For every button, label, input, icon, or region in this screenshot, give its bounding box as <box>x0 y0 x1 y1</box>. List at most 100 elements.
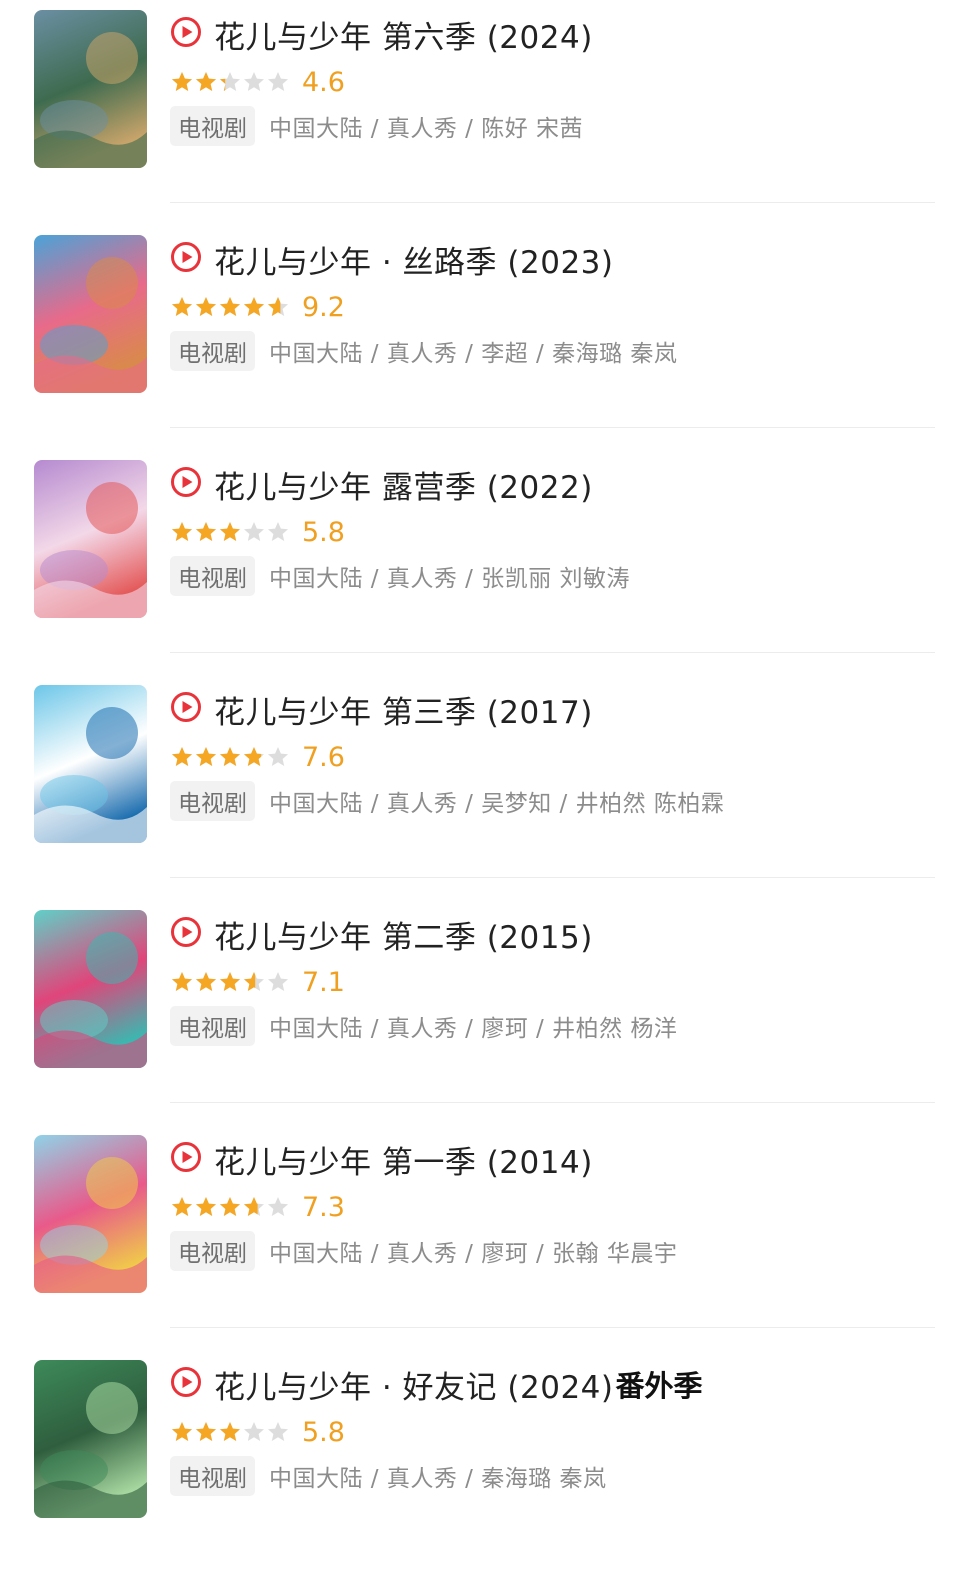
meta-info: 中国大陆 / 真人秀 / 廖珂 / 井柏然 杨洋 <box>269 1016 678 1042</box>
movie-title[interactable]: 花儿与少年 · 丝路季 (2023) <box>214 237 614 282</box>
meta-row: 电视剧 中国大陆 / 真人秀 / 秦海璐 秦岚 <box>170 1456 607 1496</box>
title-row[interactable]: 花儿与少年 · 好友记 (2024) 番外季 <box>170 1362 703 1406</box>
list-item[interactable]: 花儿与少年 第三季 (2017) 7.6 电视剧 中国大陆 / 真人秀 / 吴梦知 /… <box>0 685 968 910</box>
divider <box>170 652 935 653</box>
star-rating <box>170 1195 290 1219</box>
star-rating <box>170 1420 290 1444</box>
star-icon <box>172 72 192 91</box>
star-icon <box>196 297 216 316</box>
list-item[interactable]: 花儿与少年 · 丝路季 (2023) 9.2 电视剧 中国大陆 / 真人秀 / 李超 … <box>0 235 968 460</box>
meta-row: 电视剧 中国大陆 / 真人秀 / 李超 / 秦海璐 秦岚 <box>170 331 678 371</box>
divider <box>170 1327 935 1328</box>
category-tag: 电视剧 <box>170 331 255 371</box>
meta-info: 中国大陆 / 真人秀 / 陈好 宋茜 <box>269 116 584 142</box>
star-icon <box>244 1422 264 1441</box>
movie-title[interactable]: 花儿与少年 第二季 (2015) <box>214 912 593 957</box>
extra-season-label: 番外季 <box>615 1369 703 1403</box>
star-icon <box>220 72 240 91</box>
meta-info: 中国大陆 / 真人秀 / 张凯丽 刘敏涛 <box>269 566 631 592</box>
star-icon <box>220 1197 240 1216</box>
category-tag: 电视剧 <box>170 1006 255 1046</box>
play-icon <box>170 691 214 727</box>
star-icon <box>196 1422 216 1441</box>
star-icon <box>268 972 288 991</box>
meta-row: 电视剧 中国大陆 / 真人秀 / 张凯丽 刘敏涛 <box>170 556 631 596</box>
poster-image[interactable] <box>34 235 147 393</box>
meta-info: 中国大陆 / 真人秀 / 秦海璐 秦岚 <box>269 1466 607 1492</box>
play-icon <box>170 1366 214 1402</box>
title-row[interactable]: 花儿与少年 第一季 (2014) <box>170 1137 593 1181</box>
star-icon <box>244 72 264 91</box>
movie-title[interactable]: 花儿与少年 露营季 (2022) <box>214 462 593 507</box>
star-icon <box>220 972 240 991</box>
star-rating <box>170 970 290 994</box>
poster-image[interactable] <box>34 685 147 843</box>
star-icon <box>172 297 192 316</box>
star-icon <box>196 72 216 91</box>
play-icon <box>170 1141 214 1177</box>
movie-title[interactable]: 花儿与少年 第六季 (2024) <box>214 12 593 57</box>
title-row[interactable]: 花儿与少年 第三季 (2017) <box>170 687 593 731</box>
star-icon <box>172 747 192 766</box>
star-icon <box>196 972 216 991</box>
rating-row: 9.2 <box>170 289 345 325</box>
movie-title[interactable]: 花儿与少年 第一季 (2014) <box>214 1137 593 1182</box>
meta-info: 中国大陆 / 真人秀 / 李超 / 秦海璐 秦岚 <box>269 341 678 367</box>
rating-row: 5.8 <box>170 1414 345 1450</box>
star-rating <box>170 70 290 94</box>
poster-image[interactable] <box>34 1360 147 1518</box>
star-icon <box>268 72 288 91</box>
star-rating <box>170 295 290 319</box>
star-icon <box>196 522 216 541</box>
list-item[interactable]: 花儿与少年 第一季 (2014) 7.3 电视剧 中国大陆 / 真人秀 / 廖珂 / … <box>0 1135 968 1360</box>
list-item[interactable]: 花儿与少年 露营季 (2022) 5.8 电视剧 中国大陆 / 真人秀 / 张凯丽 刘… <box>0 460 968 685</box>
star-icon <box>220 522 240 541</box>
divider <box>170 427 935 428</box>
play-icon <box>170 241 214 277</box>
star-icon <box>220 297 240 316</box>
meta-row: 电视剧 中国大陆 / 真人秀 / 吴梦知 / 井柏然 陈柏霖 <box>170 781 724 821</box>
star-icon <box>172 1422 192 1441</box>
poster-image[interactable] <box>34 910 147 1068</box>
meta-row: 电视剧 中国大陆 / 真人秀 / 廖珂 / 井柏然 杨洋 <box>170 1006 678 1046</box>
title-row[interactable]: 花儿与少年 露营季 (2022) <box>170 462 593 506</box>
play-icon <box>170 916 214 952</box>
rating-row: 7.3 <box>170 1189 345 1225</box>
play-icon <box>170 16 214 52</box>
star-icon <box>172 972 192 991</box>
list-item[interactable]: 花儿与少年 · 好友记 (2024) 番外季 5.8 电视剧 中国大陆 / 真人秀 / … <box>0 1360 968 1585</box>
rating-row: 4.6 <box>170 64 345 100</box>
star-icon <box>172 1197 192 1216</box>
star-icon <box>220 747 240 766</box>
rating-row: 5.8 <box>170 514 345 550</box>
title-row[interactable]: 花儿与少年 第六季 (2024) <box>170 12 593 56</box>
star-rating <box>170 520 290 544</box>
list-item[interactable]: 花儿与少年 第二季 (2015) 7.1 电视剧 中国大陆 / 真人秀 / 廖珂 / … <box>0 910 968 1135</box>
poster-image[interactable] <box>34 10 147 168</box>
star-icon <box>268 297 288 316</box>
rating-score: 5.8 <box>302 1416 345 1448</box>
rating-row: 7.1 <box>170 964 345 1000</box>
list-item[interactable]: 花儿与少年 第六季 (2024) 4.6 电视剧 中国大陆 / 真人秀 / 陈好 宋茜 <box>0 10 968 235</box>
star-icon <box>220 1422 240 1441</box>
movie-title[interactable]: 花儿与少年 第三季 (2017) <box>214 687 593 732</box>
poster-image[interactable] <box>34 460 147 618</box>
play-icon <box>170 466 214 502</box>
star-rating <box>170 745 290 769</box>
rating-row: 7.6 <box>170 739 345 775</box>
rating-score: 7.6 <box>302 741 345 773</box>
meta-row: 电视剧 中国大陆 / 真人秀 / 廖珂 / 张翰 华晨宇 <box>170 1231 678 1271</box>
title-row[interactable]: 花儿与少年 · 丝路季 (2023) <box>170 237 614 281</box>
star-icon <box>268 1422 288 1441</box>
movie-list: 花儿与少年 第六季 (2024) 4.6 电视剧 中国大陆 / 真人秀 / 陈好 宋茜… <box>0 0 968 1518</box>
movie-title[interactable]: 花儿与少年 · 好友记 (2024) <box>214 1362 614 1407</box>
star-icon <box>172 522 192 541</box>
star-icon <box>244 297 264 316</box>
poster-image[interactable] <box>34 1135 147 1293</box>
rating-score: 9.2 <box>302 291 345 323</box>
star-icon <box>244 1197 264 1216</box>
title-row[interactable]: 花儿与少年 第二季 (2015) <box>170 912 593 956</box>
star-icon <box>196 1197 216 1216</box>
star-icon <box>244 747 264 766</box>
meta-info: 中国大陆 / 真人秀 / 廖珂 / 张翰 华晨宇 <box>269 1241 678 1267</box>
